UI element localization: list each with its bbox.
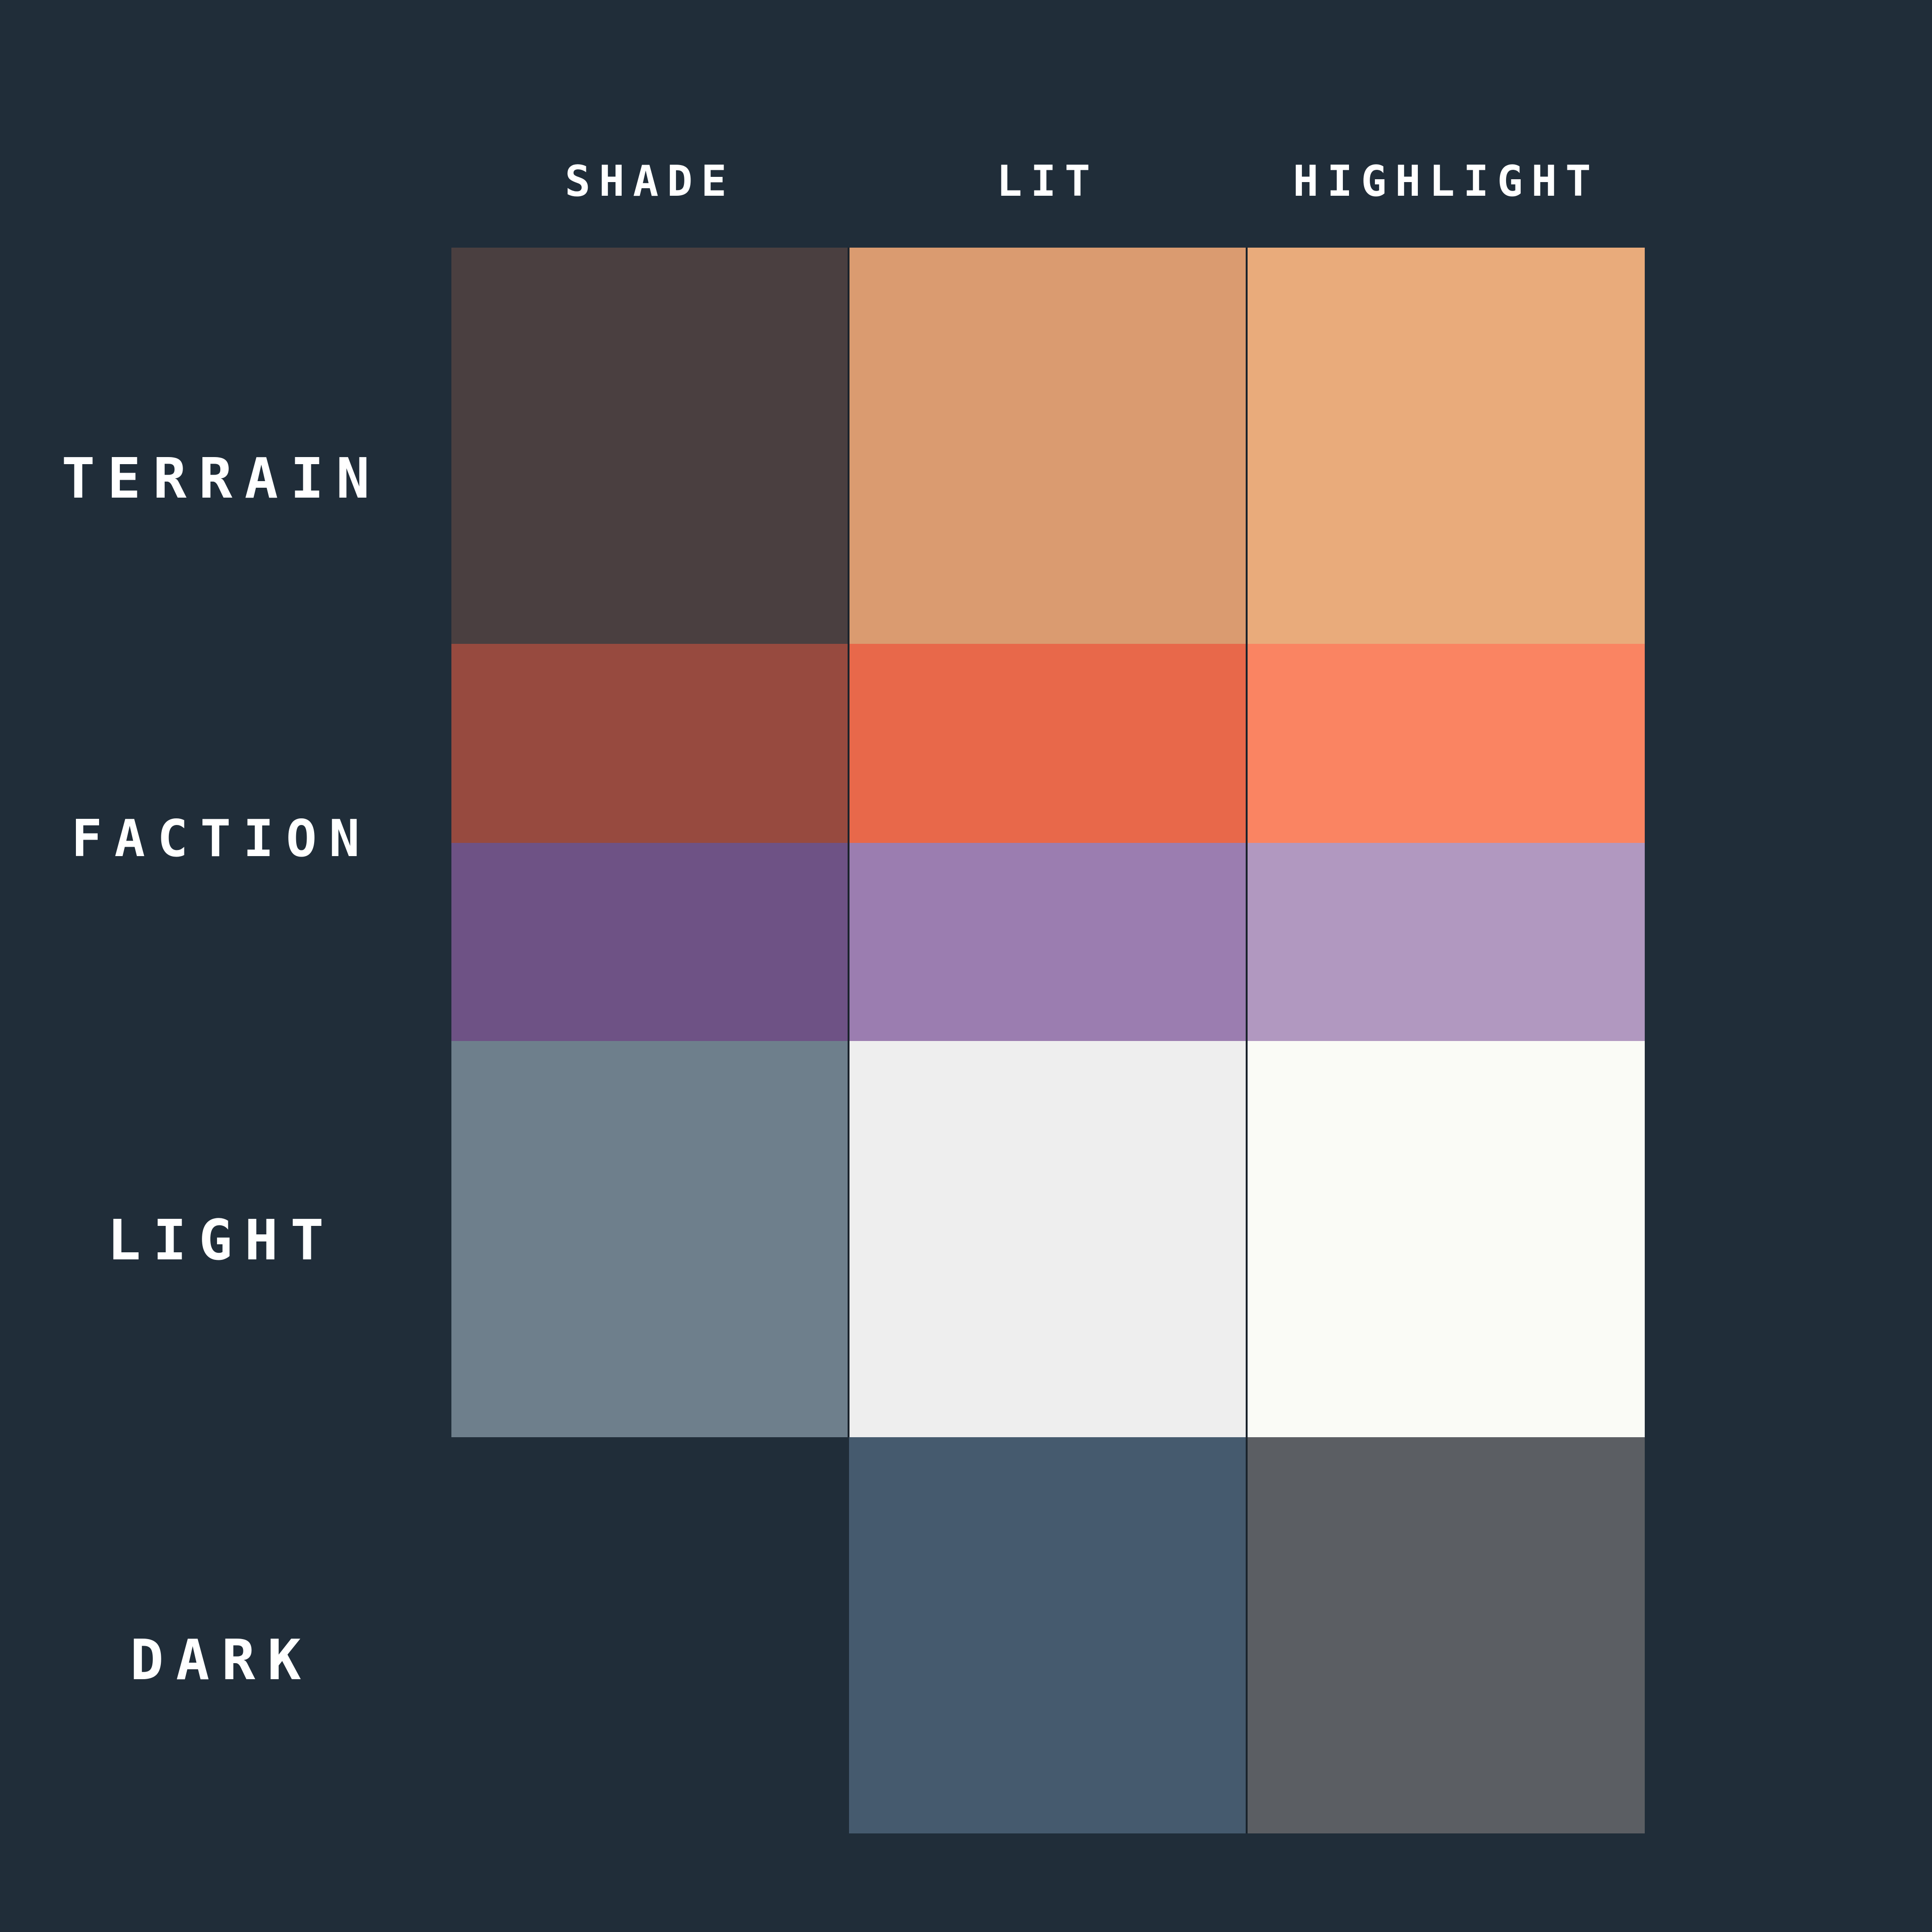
swatch-terrain-lit [849,248,1246,644]
row-label-faction: FACTION [71,809,372,868]
swatch-dark-highlight [1248,1437,1645,1833]
swatch-light-highlight [1248,1041,1645,1437]
column-header-lit: LIT [996,157,1099,206]
row-label-dark: DARK [130,1627,314,1692]
swatch-terrain-highlight [1248,248,1645,644]
column-header-shade: SHADE [565,157,735,206]
column-header-highlight: HIGHLIGHT [1293,157,1599,206]
swatch-light-shade [451,1041,849,1437]
swatch-faction-red-shade [451,644,849,843]
swatch-faction-red-lit [849,644,1246,843]
row-label-terrain: TERRAIN [61,446,382,511]
swatch-faction-purple-lit [849,843,1246,1041]
swatch-faction-purple-shade [451,843,849,1041]
swatch-dark-lit [849,1437,1246,1833]
swatch-terrain-shade [451,248,849,644]
swatch-light-lit [849,1041,1246,1437]
row-label-light: LIGHT [107,1208,336,1273]
column-divider-shade-lit [848,248,849,1437]
swatch-faction-purple-highlight [1248,843,1645,1041]
swatch-faction-red-highlight [1248,644,1645,843]
column-divider-lit-highlight [1246,248,1248,1833]
